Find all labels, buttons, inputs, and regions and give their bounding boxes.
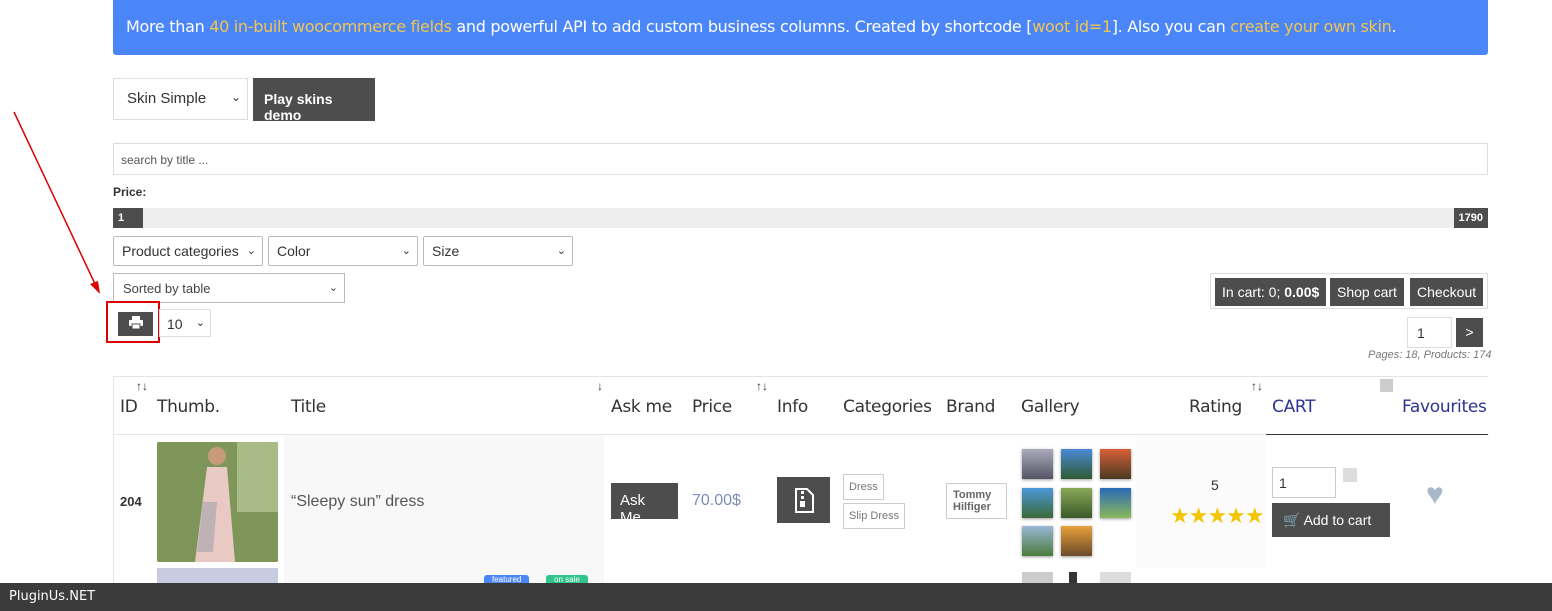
gallery-image[interactable]: [1100, 488, 1131, 518]
cart-bar: In cart: 0; 0.00$ Shop cart Checkout: [1210, 273, 1488, 309]
products-table: ↑↓ ↓ ↑↓ ↑↓ ID Thumb. Title Ask me Price …: [113, 376, 1489, 585]
size-select[interactable]: Size ⌄: [423, 236, 573, 266]
price-max-handle[interactable]: 1790: [1453, 208, 1488, 228]
printer-icon: [128, 316, 143, 330]
ask-me-button[interactable]: Ask Me: [611, 483, 678, 526]
row-select-checkbox[interactable]: [1343, 468, 1357, 482]
header-brand: Brand: [946, 397, 996, 417]
cart-icon: 🛒: [1283, 512, 1301, 528]
in-cart-total: 0.00$: [1284, 284, 1320, 300]
header-ask-me: Ask me: [611, 397, 672, 417]
sort-title-icon[interactable]: ↓: [597, 379, 603, 393]
annotation-arrow: [13, 111, 100, 294]
promo-banner: More than 40 in-built woocommerce fields…: [113, 0, 1488, 55]
create-skin-link[interactable]: create your own skin: [1230, 17, 1392, 36]
table-row-partial: [114, 568, 1489, 584]
in-cart-button[interactable]: In cart: 0; 0.00$: [1215, 278, 1327, 306]
gallery-image[interactable]: [1061, 526, 1092, 556]
chevron-down-icon: ⌄: [556, 245, 566, 257]
sort-id-icon[interactable]: ↑↓: [136, 379, 148, 393]
file-archive-icon: [795, 488, 814, 513]
header-gallery: Gallery: [1021, 397, 1080, 417]
header-info: Info: [777, 397, 808, 417]
header-thumb: Thumb.: [157, 397, 220, 417]
add-to-cart-label: Add to cart: [1303, 512, 1372, 528]
header-price: Price: [692, 397, 732, 417]
play-skins-demo-button[interactable]: Play skins demo: [253, 78, 375, 123]
gallery-image[interactable]: [1100, 449, 1131, 479]
product-thumbnail[interactable]: [157, 568, 278, 584]
pages-info: Pages: 18, Products: 174: [1368, 349, 1492, 361]
price-min-handle[interactable]: 1: [113, 208, 143, 228]
gallery-image[interactable]: [1022, 526, 1053, 556]
categories-select-value: Product categories: [122, 243, 239, 259]
next-page-button[interactable]: >: [1456, 318, 1483, 347]
color-select[interactable]: Color ⌄: [268, 236, 418, 266]
price-label: Price:: [113, 185, 147, 199]
banner-text-4: .: [1391, 17, 1397, 36]
gallery-image[interactable]: [1061, 449, 1092, 479]
chevron-down-icon: ⌄: [246, 245, 256, 257]
search-input[interactable]: search by title ...: [113, 143, 1488, 175]
header-id: ID: [120, 397, 138, 417]
sort-select-value: Sorted by table: [123, 281, 211, 296]
page-number-input[interactable]: 1: [1407, 317, 1452, 348]
header-cart: CART: [1272, 397, 1316, 417]
chevron-down-icon: ⌄: [230, 90, 241, 104]
product-categories-select[interactable]: Product categories ⌄: [113, 236, 263, 266]
sort-rating-icon[interactable]: ↑↓: [1251, 379, 1263, 393]
size-select-value: Size: [432, 243, 460, 259]
header-title: Title: [291, 397, 326, 417]
header-categories: Categories: [843, 397, 932, 417]
product-id: 204: [120, 494, 142, 509]
add-to-cart-button[interactable]: 🛒 Add to cart: [1272, 503, 1390, 537]
category-tag[interactable]: Dress: [843, 474, 884, 500]
rating-stars: ★★★★★: [1170, 503, 1265, 528]
heart-icon[interactable]: ♥: [1426, 478, 1444, 512]
checkout-button[interactable]: Checkout: [1410, 278, 1484, 306]
product-thumbnail[interactable]: [157, 442, 278, 562]
skin-select[interactable]: Skin Simple ⌄: [113, 78, 248, 120]
chevron-down-icon: ⌄: [401, 245, 411, 257]
sort-price-icon[interactable]: ↑↓: [756, 379, 768, 393]
brand-tag[interactable]: Tommy Hilfiger: [946, 483, 1007, 519]
gallery-image[interactable]: [1022, 488, 1053, 518]
shortcode-link[interactable]: woot id=1: [1032, 17, 1112, 36]
fields-link[interactable]: 40 in-built woocommerce fields: [209, 17, 452, 36]
banner-text-2: and powerful API to add custom business …: [451, 17, 1033, 36]
skin-select-value: Skin Simple: [127, 90, 207, 107]
footer-bar: PluginUs.NET: [0, 583, 1552, 611]
cart-header-underline: [1266, 434, 1488, 435]
color-select-value: Color: [277, 243, 311, 259]
chevron-down-icon: ⌄: [328, 282, 338, 294]
print-button[interactable]: [118, 312, 153, 336]
sort-select[interactable]: Sorted by table ⌄: [113, 273, 345, 303]
footer-brand: PluginUs.NET: [9, 589, 96, 604]
price-range-slider[interactable]: 1 1790: [113, 208, 1488, 228]
in-cart-label: In cart: 0;: [1222, 284, 1285, 300]
per-page-value: 10: [167, 316, 183, 332]
per-page-select[interactable]: 10 ⌄: [159, 309, 211, 337]
rating-cell-bg: [1136, 435, 1266, 568]
banner-text-3: ]. Also you can: [1111, 17, 1231, 36]
chevron-down-icon: ⌄: [195, 317, 205, 329]
product-price: 70.00$: [692, 492, 741, 509]
info-button[interactable]: [777, 477, 830, 523]
shop-cart-button[interactable]: Shop cart: [1330, 278, 1404, 306]
quantity-input[interactable]: 1: [1272, 467, 1336, 498]
header-rating: Rating: [1189, 397, 1243, 417]
rating-value: 5: [1211, 477, 1219, 493]
category-tag[interactable]: Slip Dress: [843, 503, 906, 529]
banner-text-1: More than: [126, 17, 210, 36]
header-favourites: Favourites: [1402, 397, 1487, 417]
gallery-image[interactable]: [1022, 449, 1053, 479]
product-title[interactable]: “Sleepy sun” dress: [291, 493, 424, 511]
select-all-checkbox[interactable]: [1380, 379, 1393, 392]
gallery-image[interactable]: [1061, 488, 1092, 518]
